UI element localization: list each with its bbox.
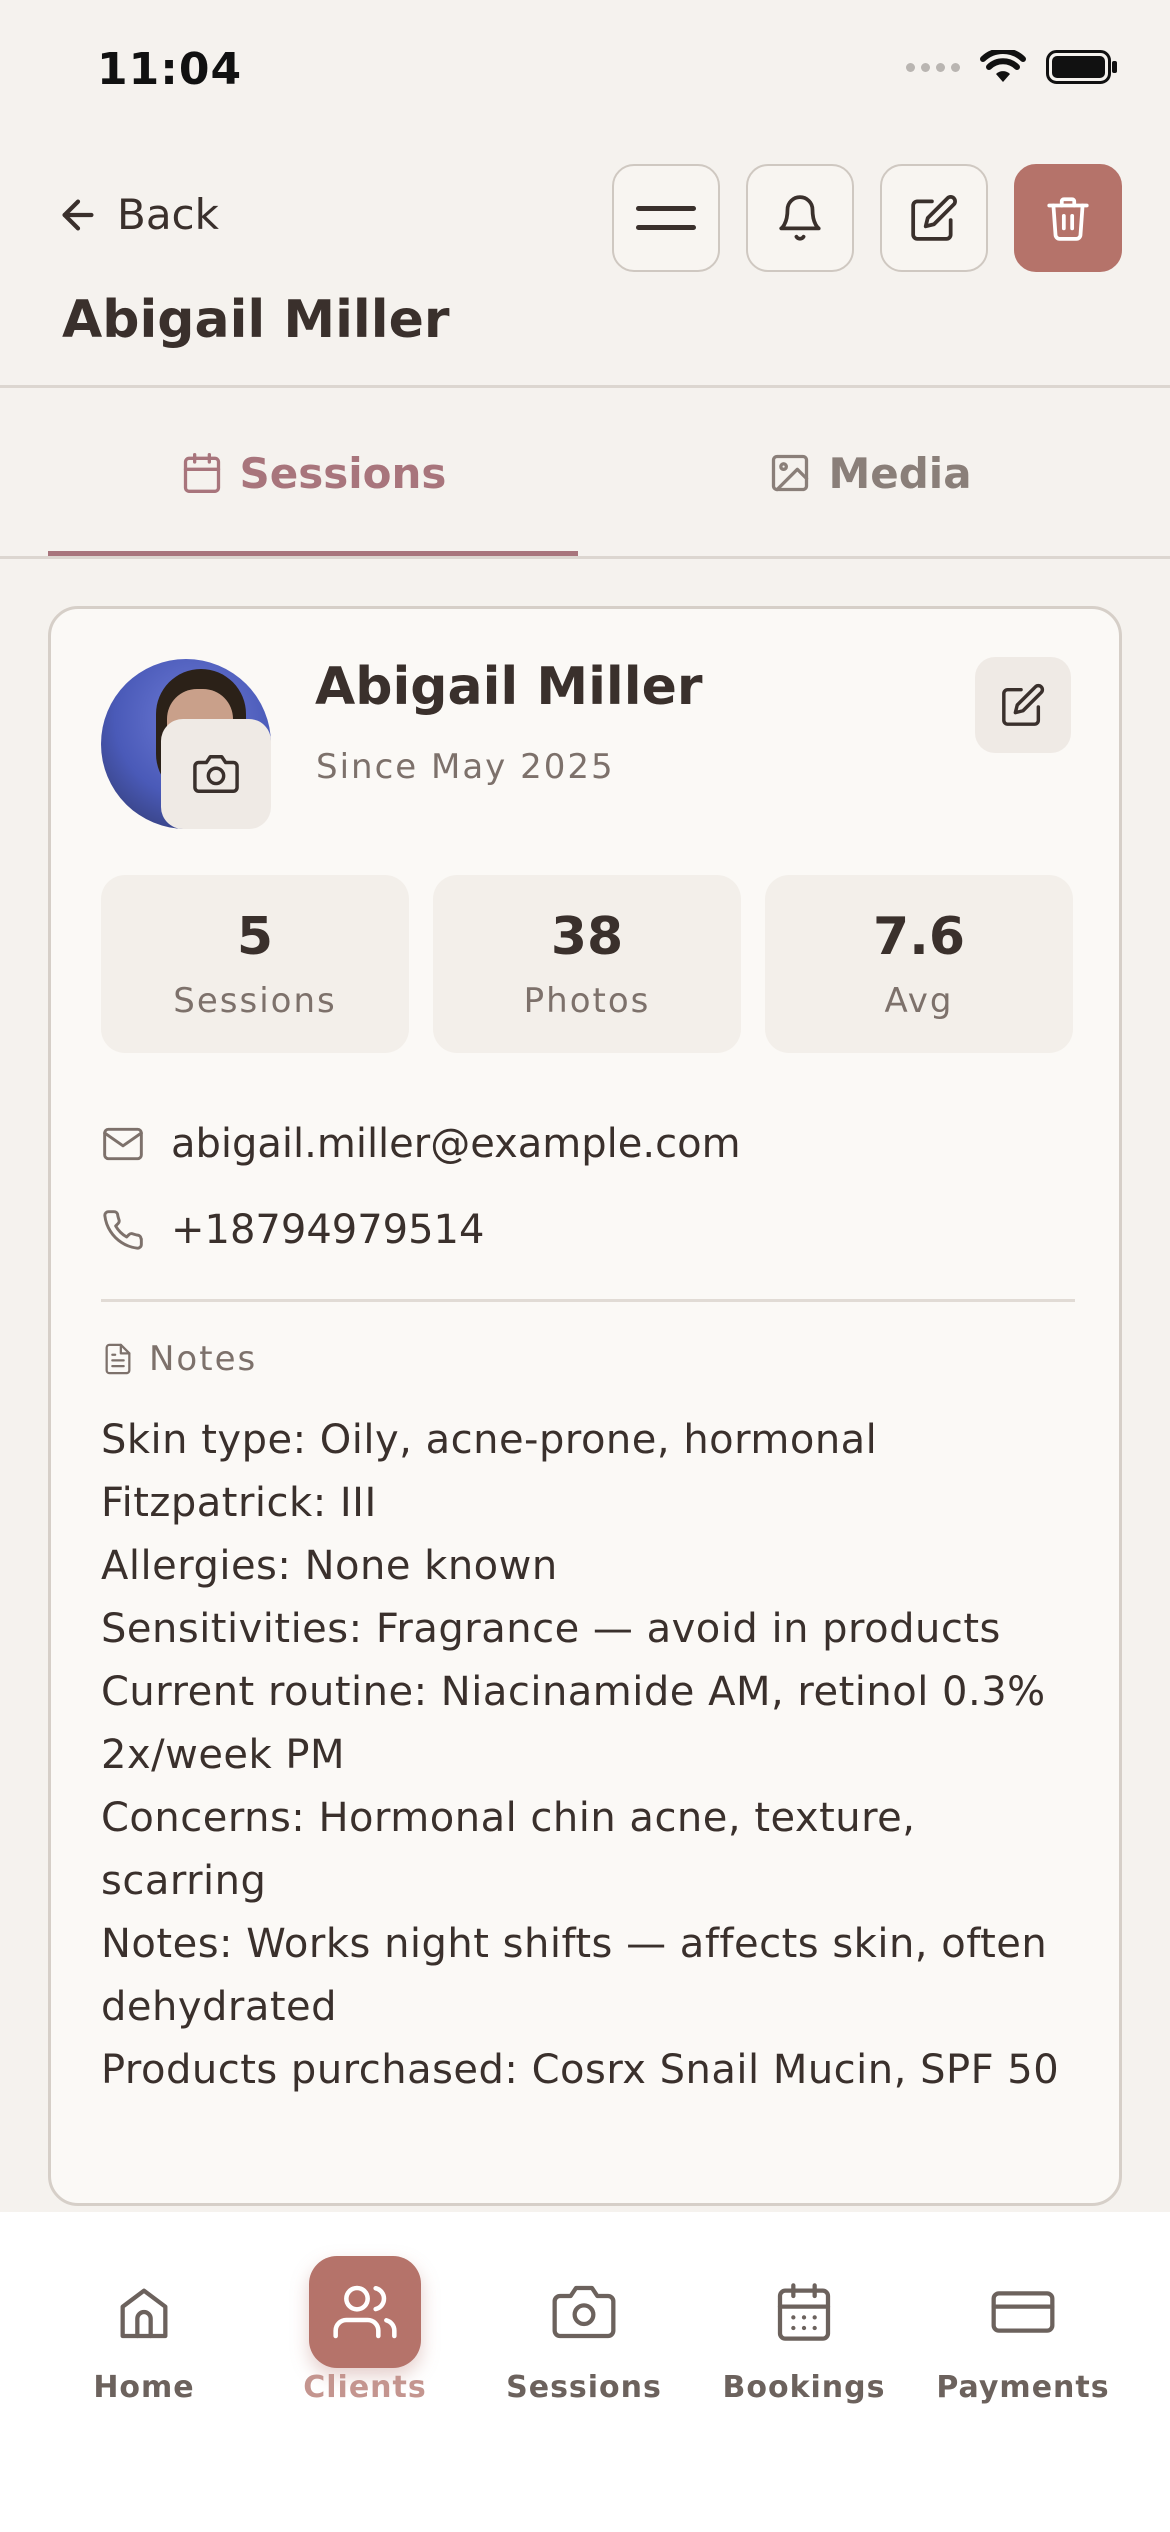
camera-icon xyxy=(528,2256,640,2368)
tab-sessions-label: Sessions xyxy=(239,448,447,498)
menu-icon xyxy=(636,206,696,230)
stat-label: Photos xyxy=(523,981,651,1021)
users-icon xyxy=(309,2256,421,2368)
tabs-divider xyxy=(0,556,1170,559)
nav-label: Payments xyxy=(936,2370,1110,2405)
client-stats: 5 Sessions 38 Photos 7.6 Avg xyxy=(101,875,1073,1053)
notes-text: Skin type: Oily, acne-prone, hormonal Fi… xyxy=(101,1417,1060,2093)
tab-bar: Sessions Media xyxy=(0,388,1170,558)
mail-icon xyxy=(103,1127,143,1161)
client-phone: +18794979514 xyxy=(171,1207,485,1253)
file-text-icon xyxy=(105,1343,131,1375)
calendar-icon xyxy=(183,453,220,493)
stat-value: 38 xyxy=(550,907,624,967)
client-since: Since May 2025 xyxy=(316,747,615,787)
tab-media-label: Media xyxy=(828,448,972,498)
client-profile-card: Abigail Miller Since May 2025 5 Sessions… xyxy=(48,606,1122,2206)
notes-label: Notes xyxy=(149,1339,258,1379)
nav-label: Sessions xyxy=(506,2370,662,2405)
camera-icon xyxy=(193,755,239,793)
back-button[interactable]: Back xyxy=(55,190,219,239)
nav-sessions[interactable]: Sessions xyxy=(474,2212,694,2405)
home-icon xyxy=(88,2256,200,2368)
nav-label: Bookings xyxy=(722,2370,886,2405)
status-bar: 11:04 xyxy=(0,0,1170,140)
nav-clients[interactable]: Clients xyxy=(255,2212,475,2405)
calendar-icon xyxy=(748,2256,860,2368)
stat-label: Sessions xyxy=(173,981,337,1021)
tab-media[interactable]: Media xyxy=(630,388,1110,558)
avatar-container xyxy=(101,659,271,829)
stat-avg: 7.6 Avg xyxy=(765,875,1073,1053)
header-actions xyxy=(612,164,1122,272)
trash-icon xyxy=(1047,197,1089,241)
notes-header: Notes xyxy=(101,1339,257,1379)
cellular-signal-icon xyxy=(906,62,960,72)
status-time: 11:04 xyxy=(97,44,243,95)
credit-card-icon xyxy=(967,2256,1079,2368)
stat-sessions: 5 Sessions xyxy=(101,875,409,1053)
image-icon xyxy=(772,454,809,492)
stat-value: 5 xyxy=(236,907,274,967)
back-label: Back xyxy=(117,190,219,239)
battery-icon xyxy=(1046,50,1117,84)
status-icons xyxy=(906,50,1118,84)
phone-icon xyxy=(103,1210,143,1250)
change-photo-button[interactable] xyxy=(161,719,271,829)
notifications-button[interactable] xyxy=(746,164,854,272)
wifi-icon xyxy=(980,50,1026,82)
client-name: Abigail Miller xyxy=(315,657,703,717)
menu-button[interactable] xyxy=(612,164,720,272)
stat-label: Avg xyxy=(884,981,954,1021)
arrow-left-icon xyxy=(62,198,94,231)
phone-row[interactable]: +18794979514 xyxy=(101,1207,484,1253)
nav-bookings[interactable]: Bookings xyxy=(694,2212,914,2405)
stat-photos: 38 Photos xyxy=(433,875,741,1053)
nav-label: Home xyxy=(93,2370,195,2405)
notes-divider xyxy=(101,1299,1075,1302)
nav-payments[interactable]: Payments xyxy=(913,2212,1133,2405)
edit-icon xyxy=(911,195,957,241)
stat-value: 7.6 xyxy=(872,907,966,967)
edit-client-button[interactable] xyxy=(975,657,1071,753)
edit-button[interactable] xyxy=(880,164,988,272)
client-email: abigail.miller@example.com xyxy=(171,1121,741,1167)
edit-icon xyxy=(1002,683,1045,726)
nav-home[interactable]: Home xyxy=(34,2212,254,2405)
delete-button[interactable] xyxy=(1014,164,1122,272)
bottom-navigation: Home Clients Sessions Bookings Payments xyxy=(0,2212,1170,2532)
bell-icon xyxy=(779,195,821,241)
nav-label: Clients xyxy=(303,2370,427,2405)
page-title: Abigail Miller xyxy=(62,290,450,350)
email-row[interactable]: abigail.miller@example.com xyxy=(101,1121,741,1167)
tab-sessions[interactable]: Sessions xyxy=(48,388,578,558)
